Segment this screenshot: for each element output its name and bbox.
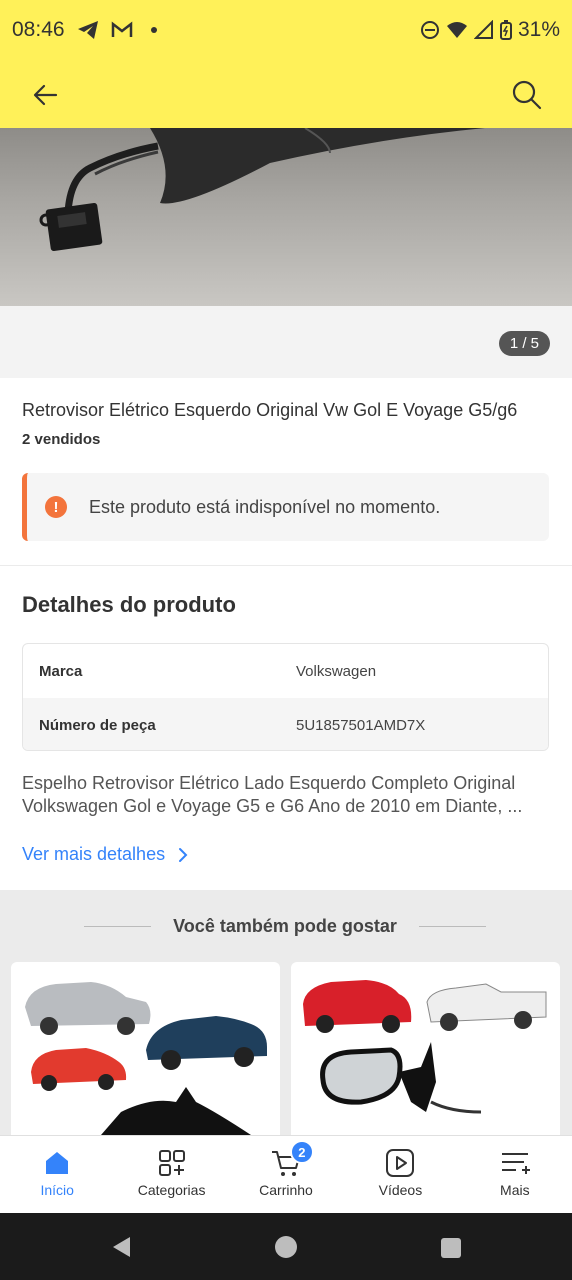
recents-nav-icon[interactable] [440, 1237, 462, 1259]
nav-label: Mais [500, 1182, 530, 1198]
arrow-left-icon[interactable] [28, 78, 62, 112]
description-line-2: Volkswagen Gol e Voyage G5 e G6 Ano de 2… [22, 796, 523, 816]
signal-icon [473, 20, 493, 39]
spec-table: Marca Volkswagen Número de peça 5U185750… [22, 643, 549, 751]
exclamation-icon: ! [45, 496, 67, 518]
product-details: Detalhes do produto Marca Volkswagen Núm… [0, 566, 572, 890]
nav-label: Vídeos [378, 1182, 423, 1198]
nav-home[interactable]: Início [0, 1136, 114, 1213]
spec-label: Número de peça [39, 716, 156, 734]
spec-row-part-number: Número de peça 5U1857501AMD7X [23, 698, 548, 750]
bottom-nav: Início Categorias 2 Carrinho Vídeos Mais [0, 1135, 572, 1213]
product-title: Retrovisor Elétrico Esquerdo Original Vw… [22, 400, 518, 420]
details-heading: Detalhes do produto [22, 592, 236, 617]
spec-row-brand: Marca Volkswagen [23, 644, 548, 698]
product-description: Espelho Retrovisor Elétrico Lado Esquerd… [22, 772, 549, 818]
dnd-icon [420, 21, 439, 39]
recommendations-heading: Você também pode gostar [173, 916, 397, 936]
system-nav-bar [0, 1213, 572, 1280]
wifi-icon [446, 22, 467, 38]
home-icon [46, 1152, 69, 1174]
spec-value: Volkswagen [296, 662, 377, 680]
image-counter: 1 / 5 [498, 331, 550, 356]
divider [84, 926, 152, 927]
telegram-icon [77, 21, 98, 39]
see-more-link[interactable]: Ver mais detalhes [22, 844, 189, 865]
notification-dot-icon [150, 27, 157, 33]
app-bar [0, 60, 572, 128]
mirror-photo [39, 128, 485, 252]
battery-icon [499, 20, 512, 40]
battery-level: 31% [517, 18, 560, 41]
alert-text: Este produto está indisponível no moment… [89, 496, 441, 517]
recommendations: Você também pode gostar [0, 892, 572, 1135]
product-thumbnail [303, 980, 547, 1114]
divider [418, 926, 486, 927]
back-nav-icon[interactable] [110, 1235, 134, 1259]
nav-label: Carrinho [259, 1182, 313, 1198]
nav-label: Início [40, 1182, 74, 1198]
categories-icon [158, 1150, 185, 1176]
spec-label: Marca [39, 662, 83, 680]
unavailable-alert: ! Este produto está indisponível no mome… [22, 473, 549, 541]
nav-label: Categorias [137, 1182, 206, 1198]
recommended-product-card[interactable] [291, 962, 560, 1135]
chevron-right-icon [179, 847, 188, 862]
gmail-icon [111, 21, 132, 37]
search-icon[interactable] [510, 78, 544, 112]
recommended-product-card[interactable] [11, 962, 280, 1135]
nav-categories[interactable]: Categorias [114, 1136, 228, 1213]
product-info: Retrovisor Elétrico Esquerdo Original Vw… [0, 378, 572, 565]
home-nav-icon[interactable] [274, 1235, 298, 1259]
description-line-1: Espelho Retrovisor Elétrico Lado Esquerd… [22, 773, 516, 793]
product-image[interactable] [0, 128, 572, 306]
status-bar: 08:46 31% [0, 0, 572, 60]
nav-videos[interactable]: Vídeos [343, 1136, 457, 1213]
nav-more[interactable]: Mais [458, 1136, 572, 1213]
more-icon [501, 1153, 530, 1174]
spec-value: 5U1857501AMD7X [296, 716, 426, 734]
nav-cart[interactable]: 2 Carrinho [229, 1136, 343, 1213]
product-thumbnail [25, 982, 267, 1135]
see-more-label: Ver mais detalhes [22, 844, 166, 864]
play-icon [386, 1149, 415, 1177]
gallery-strip: 1 / 5 [0, 306, 572, 378]
recommendations-header: Você também pode gostar [84, 916, 486, 937]
sold-count: 2 vendidos [22, 431, 101, 448]
status-time: 08:46 [12, 18, 65, 41]
cart-badge: 2 [289, 1140, 314, 1164]
